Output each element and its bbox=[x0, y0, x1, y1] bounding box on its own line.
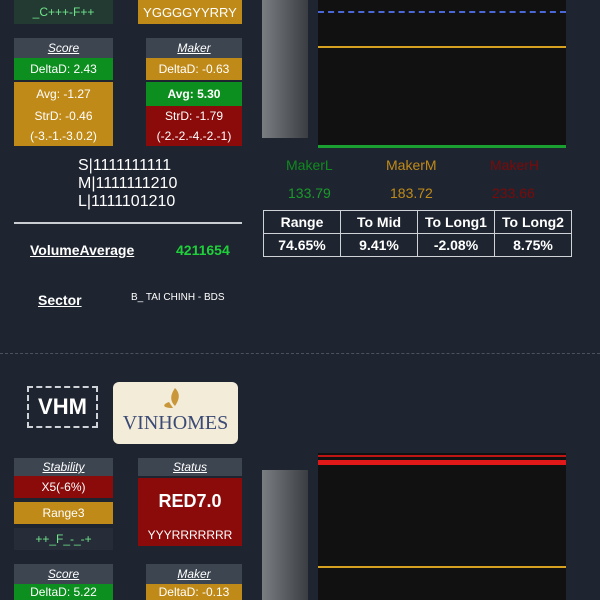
stability-range: Range3 bbox=[14, 502, 113, 524]
divider bbox=[14, 222, 242, 224]
stats-value-range: 74.65% bbox=[263, 233, 341, 257]
maker-level-l-label: MakerL bbox=[286, 157, 333, 173]
chart1-left-bar bbox=[262, 0, 308, 138]
stats-header-to-long2: To Long2 bbox=[494, 210, 572, 234]
maker-delta: DeltaD: -0.63 bbox=[146, 58, 242, 80]
ticker-badge[interactable]: VHM bbox=[27, 386, 98, 428]
maker2-header: Maker bbox=[146, 564, 242, 584]
score-delta: DeltaD: 2.43 bbox=[14, 58, 113, 80]
score-range: (-3.-1.-3.0.2) bbox=[14, 126, 113, 146]
maker-level-h-value: 233.66 bbox=[492, 185, 535, 201]
chart2-mid-line bbox=[318, 566, 566, 568]
maker-header: Maker bbox=[146, 38, 242, 58]
stats-value-row: 74.65% 9.41% -2.08% 8.75% bbox=[263, 233, 572, 257]
stats-header-to-mid: To Mid bbox=[340, 210, 418, 234]
chart1-mid-line bbox=[318, 46, 566, 48]
chart2-panel bbox=[318, 453, 566, 600]
score-strd: StrD: -0.46 bbox=[14, 106, 113, 126]
score-header: Score bbox=[14, 38, 113, 58]
score-avg: Avg: -1.27 bbox=[14, 82, 113, 106]
maker-level-l-value: 133.79 bbox=[288, 185, 331, 201]
stats-header-to-long1: To Long1 bbox=[417, 210, 495, 234]
status-pattern: YYYRRRRRRR bbox=[138, 524, 242, 546]
chart2-red-line bbox=[318, 460, 566, 465]
stability-x: X5(-6%) bbox=[14, 476, 113, 498]
sector-label: Sector bbox=[38, 292, 82, 308]
maker-level-h-label: MakerH bbox=[490, 157, 540, 173]
maker-avg: Avg: 5.30 bbox=[146, 82, 242, 106]
score2-header: Score bbox=[14, 564, 113, 584]
chart1-bottom-line bbox=[318, 145, 566, 148]
chart1-dashed-line bbox=[318, 11, 566, 13]
stats-header-row: Range To Mid To Long1 To Long2 bbox=[263, 210, 572, 234]
stats-table: Range To Mid To Long1 To Long2 74.65% 9.… bbox=[263, 210, 572, 257]
maker-level-m-label: MakerM bbox=[386, 157, 437, 173]
stats-header-range: Range bbox=[263, 210, 341, 234]
maker2-delta: DeltaD: -0.13 bbox=[146, 584, 242, 600]
stability-header: Stability bbox=[14, 458, 113, 476]
chart2-left-bar bbox=[262, 470, 308, 600]
maker-strd: StrD: -1.79 bbox=[146, 106, 242, 126]
slm-m: M|1111111210 bbox=[78, 175, 178, 192]
sector-value: B_ TAI CHINH - BDS bbox=[131, 292, 225, 303]
stats-value-to-mid: 9.41% bbox=[340, 233, 418, 257]
maker-level-m-value: 183.72 bbox=[390, 185, 433, 201]
volume-label: VolumeAverage bbox=[30, 242, 135, 258]
chart1-panel bbox=[318, 0, 566, 148]
volume-value: 4211654 bbox=[176, 242, 230, 258]
company-logo: VINHOMES bbox=[113, 382, 238, 444]
chart2-top-line bbox=[318, 455, 566, 457]
slm-l: L|1111101210 bbox=[78, 193, 176, 210]
stability-pattern: ++_F_-_-+ bbox=[14, 528, 113, 550]
stats-value-to-long2: 8.75% bbox=[494, 233, 572, 257]
section-separator bbox=[0, 353, 600, 354]
top-pattern-right: YGGGGYYRRY bbox=[138, 0, 242, 24]
status-value: RED7.0 bbox=[138, 478, 242, 524]
maker-range: (-2.-2.-4.-2.-1) bbox=[146, 126, 242, 146]
status-header: Status bbox=[138, 458, 242, 476]
top-pattern-left: _C+++-F++ bbox=[14, 0, 113, 24]
slm-s: S|1111111111 bbox=[78, 157, 172, 174]
score2-delta: DeltaD: 5.22 bbox=[14, 584, 113, 600]
stats-value-to-long1: -2.08% bbox=[417, 233, 495, 257]
logo-text: VINHOMES bbox=[122, 412, 229, 434]
